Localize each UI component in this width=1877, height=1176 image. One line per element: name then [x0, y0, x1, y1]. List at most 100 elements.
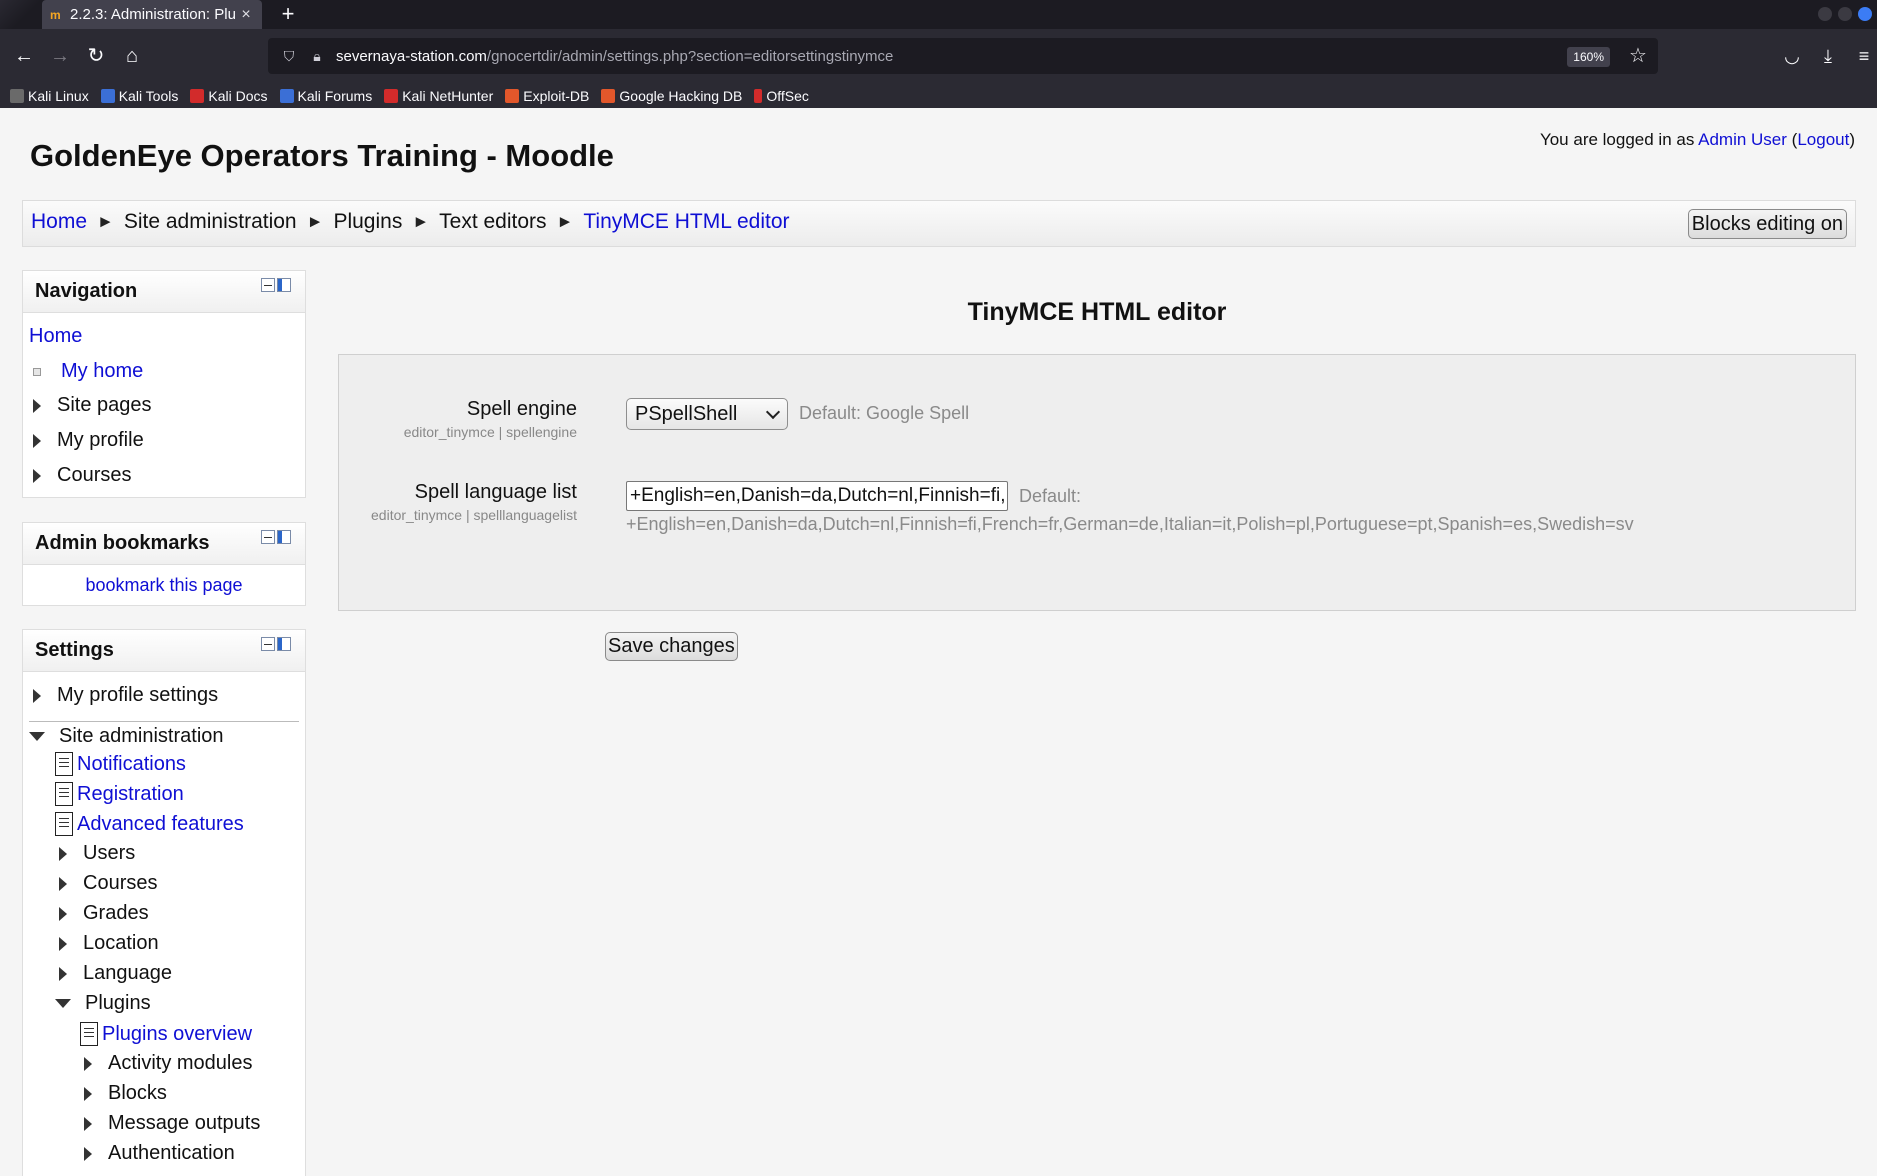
settings-message-outputs[interactable]: Message outputs	[84, 1112, 260, 1135]
minimize-window-icon[interactable]	[1818, 7, 1832, 21]
settings-plugins-overview[interactable]: Plugins overview	[80, 1022, 252, 1046]
settings-blocks[interactable]: Blocks	[84, 1082, 167, 1105]
settings-grades[interactable]: Grades	[59, 902, 149, 925]
pocket-icon[interactable]: ◡	[1780, 44, 1804, 68]
bookmarks-toolbar: Kali Linux Kali Tools Kali Docs Kali For…	[0, 83, 1877, 108]
settings-location[interactable]: Location	[59, 932, 159, 955]
admin-bookmarks-block: Admin bookmarks bookmark this page	[22, 522, 306, 606]
spell-language-input[interactable]: +English=en,Danish=da,Dutch=nl,Finnish=f…	[626, 481, 1008, 511]
nav-courses[interactable]: Courses	[33, 464, 131, 487]
settings-advanced-features[interactable]: Advanced features	[55, 812, 244, 836]
breadcrumb-tinymce[interactable]: TinyMCE HTML editor	[583, 210, 789, 234]
bookmark-kali-forums[interactable]: Kali Forums	[279, 88, 372, 104]
browser-tab[interactable]: m 2.2.3: Administration: Plu ×	[42, 0, 262, 29]
expand-arrow-icon	[33, 433, 41, 448]
settings-authentication[interactable]: Authentication	[84, 1142, 235, 1165]
nav-my-profile[interactable]: My profile	[33, 429, 144, 452]
tab-close-icon[interactable]: ×	[238, 6, 254, 24]
kali-tools-icon	[100, 88, 115, 103]
shield-icon[interactable]: ⛉	[280, 47, 298, 65]
spell-engine-label-group: Spell engine editor_tinymce | spellengin…	[404, 398, 577, 440]
block-controls	[261, 530, 291, 544]
settings-page-icon	[55, 782, 73, 806]
home-icon[interactable]: ⌂	[120, 44, 144, 68]
zoom-level-badge[interactable]: 160%	[1567, 47, 1610, 67]
settings-site-administration[interactable]: Site administration	[29, 725, 224, 748]
expand-arrow-icon	[33, 398, 41, 413]
settings-activity-modules[interactable]: Activity modules	[84, 1052, 253, 1075]
collapse-block-icon[interactable]	[261, 278, 275, 292]
collapse-block-icon[interactable]	[261, 530, 275, 544]
breadcrumb-separator: ►	[97, 212, 114, 231]
menu-icon[interactable]: ≡	[1852, 44, 1876, 68]
settings-registration[interactable]: Registration	[55, 782, 184, 806]
maximize-window-icon[interactable]	[1838, 7, 1852, 21]
settings-page-icon	[80, 1022, 98, 1046]
user-profile-link[interactable]: Admin User	[1698, 130, 1787, 149]
logout-link[interactable]: Logout	[1797, 130, 1849, 149]
lock-icon[interactable]: 🔒︎	[308, 47, 326, 65]
settings-divider	[29, 721, 299, 722]
downloads-icon[interactable]: ⤓	[1816, 44, 1840, 68]
nav-my-home[interactable]: My home	[29, 360, 143, 383]
blocks-editing-button[interactable]: Blocks editing on	[1687, 209, 1847, 239]
login-paren-open: (	[1786, 130, 1798, 149]
bookmark-offsec[interactable]: OffSec	[754, 88, 809, 104]
expand-arrow-icon	[33, 468, 41, 483]
bookmark-google-hacking-db[interactable]: Google Hacking DB	[601, 88, 742, 104]
settings-users[interactable]: Users	[59, 842, 135, 865]
nav-site-pages[interactable]: Site pages	[33, 394, 152, 417]
login-prefix: You are logged in as	[1539, 130, 1699, 149]
bookmark-kali-tools[interactable]: Kali Tools	[100, 88, 178, 104]
breadcrumb-home[interactable]: Home	[31, 210, 87, 234]
bookmark-exploit-db[interactable]: Exploit-DB	[505, 88, 589, 104]
forward-arrow-icon[interactable]: →	[48, 44, 72, 68]
expand-arrow-icon	[59, 966, 67, 981]
spell-engine-value: PSpellShell	[635, 402, 738, 425]
bookmark-kali-linux[interactable]: Kali Linux	[10, 88, 89, 104]
new-tab-icon[interactable]: +	[276, 2, 300, 26]
settings-my-profile-settings[interactable]: My profile settings	[33, 684, 218, 707]
address-bar[interactable]: ⛉ 🔒︎ severnaya-station.com/gnocertdir/ad…	[268, 38, 1658, 74]
bookmark-kali-nethunter[interactable]: Kali NetHunter	[384, 88, 493, 104]
spell-language-default-value: +English=en,Danish=da,Dutch=nl,Finnish=f…	[626, 514, 1634, 534]
spell-language-setting-name: editor_tinymce | spelllanguagelist	[371, 507, 577, 523]
settings-plugins[interactable]: Plugins	[55, 992, 151, 1015]
dock-block-icon[interactable]	[277, 530, 291, 544]
collapse-block-icon[interactable]	[261, 637, 275, 651]
save-changes-button[interactable]: Save changes	[605, 632, 738, 661]
kali-dragon-icon	[10, 88, 24, 103]
dock-block-icon[interactable]	[277, 637, 291, 651]
expand-arrow-icon	[33, 688, 41, 703]
settings-notifications[interactable]: Notifications	[55, 752, 186, 776]
settings-page-icon	[55, 752, 73, 776]
settings-language[interactable]: Language	[59, 962, 172, 985]
spell-engine-select[interactable]: PSpellShell	[626, 398, 788, 430]
exploit-db-icon	[505, 88, 520, 103]
block-controls	[261, 637, 291, 651]
bookmark-kali-docs[interactable]: Kali Docs	[190, 88, 268, 104]
back-arrow-icon[interactable]: ←	[12, 44, 36, 68]
close-window-icon[interactable]	[1858, 7, 1872, 21]
collapse-arrow-icon	[55, 999, 71, 1008]
bullet-icon	[33, 367, 41, 376]
reload-icon[interactable]: ↻	[84, 44, 108, 68]
expand-arrow-icon	[59, 846, 67, 861]
breadcrumb-text-editors: Text editors	[439, 210, 547, 233]
expand-arrow-icon	[59, 936, 67, 951]
moodle-icon: m	[50, 7, 61, 22]
spell-engine-default: Default: Google Spell	[799, 403, 970, 423]
nav-home[interactable]: Home	[29, 325, 82, 348]
spell-language-label-group: Spell language list editor_tinymce | spe…	[371, 481, 577, 523]
settings-form: Spell engine editor_tinymce | spellengin…	[338, 354, 1856, 611]
settings-courses[interactable]: Courses	[59, 872, 157, 895]
spell-language-default-label: Default:	[1019, 486, 1082, 506]
expand-arrow-icon	[84, 1116, 92, 1131]
expand-arrow-icon	[59, 906, 67, 921]
spell-language-label: Spell language list	[414, 481, 577, 503]
chevron-down-icon	[765, 404, 781, 420]
navigation-block-title: Navigation	[35, 280, 138, 302]
bookmark-star-icon[interactable]: ☆	[1626, 44, 1650, 68]
bookmark-this-page-link[interactable]: bookmark this page	[23, 575, 305, 596]
dock-block-icon[interactable]	[277, 278, 291, 292]
